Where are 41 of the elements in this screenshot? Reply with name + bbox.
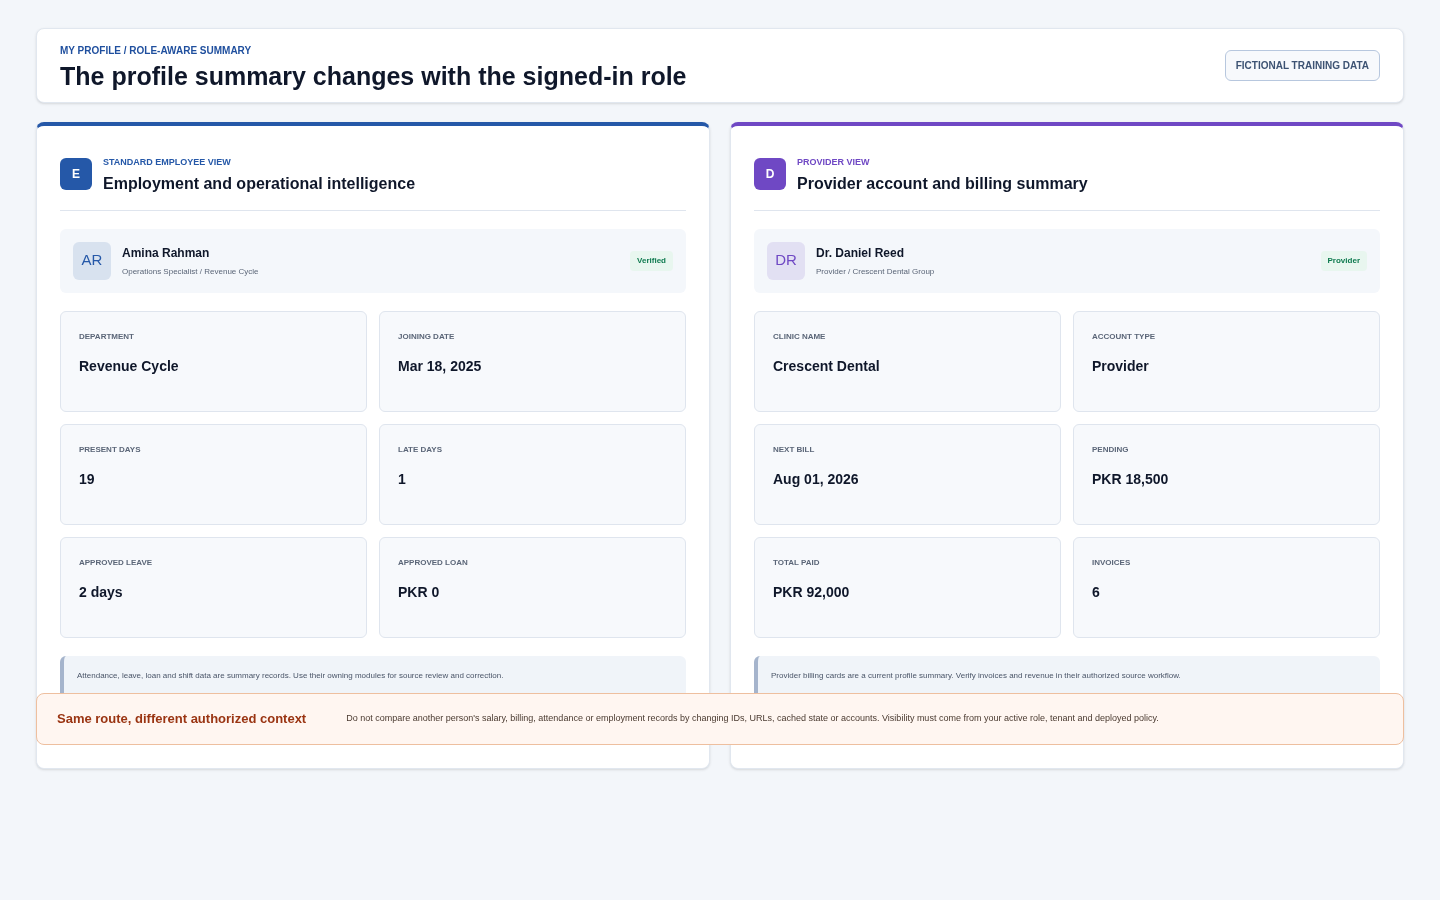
stat-label: DEPARTMENT	[79, 330, 135, 343]
stat-value: Mar 18, 2025	[398, 356, 483, 376]
panel-title: Provider account and billing summary	[797, 175, 1088, 192]
stat-label: INVOICES	[1092, 556, 1132, 569]
profile-subtitle: Operations Specialist / Revenue Cycle	[122, 265, 260, 278]
stat-label: CLINIC NAME	[773, 330, 827, 343]
profile-name: Dr. Daniel Reed	[816, 244, 906, 262]
stat-value: Crescent Dental	[773, 356, 881, 376]
profile-subtitle: Provider / Crescent Dental Group	[816, 265, 936, 278]
role-icon: D	[754, 157, 786, 190]
status-tag: Verified	[630, 250, 673, 271]
stat-value: PKR 92,000	[773, 582, 851, 602]
stat-value: PKR 18,500	[1092, 469, 1170, 489]
avatar: DR	[767, 241, 805, 280]
stat-label: ACCOUNT TYPE	[1092, 330, 1157, 343]
stat-value: 6	[1092, 582, 1101, 602]
stat-value: 1	[398, 469, 407, 489]
role-icon: E	[60, 157, 92, 190]
stat-label: NEXT BILL	[773, 443, 816, 456]
training-data-badge: FICTIONAL TRAINING DATA	[1224, 50, 1380, 81]
profile-name: Amina Rahman	[122, 244, 211, 262]
stat-label: PRESENT DAYS	[79, 443, 142, 456]
view-label: STANDARD EMPLOYEE VIEW	[103, 156, 232, 169]
stat-value: 2 days	[79, 582, 124, 602]
stat-value: Revenue Cycle	[79, 356, 180, 376]
stat-value: Provider	[1092, 356, 1150, 376]
status-tag: Provider	[1320, 250, 1367, 271]
avatar: AR	[73, 241, 111, 280]
page-title: The profile summary changes with the signed-in role	[60, 63, 687, 89]
panel-title: Employment and operational intelligence	[103, 175, 416, 192]
stat-label: LATE DAYS	[398, 443, 443, 456]
stat-label: PENDING	[1092, 443, 1130, 456]
stat-value: Aug 01, 2026	[773, 469, 860, 489]
stat-value: 19	[79, 469, 96, 489]
stat-value: PKR 0	[398, 582, 441, 602]
view-label: PROVIDER VIEW	[797, 156, 871, 169]
breadcrumb: MY PROFILE / ROLE-AWARE SUMMARY	[60, 43, 253, 58]
stat-label: APPROVED LEAVE	[79, 556, 154, 569]
stat-label: TOTAL PAID	[773, 556, 821, 569]
stat-label: APPROVED LOAN	[398, 556, 469, 569]
stat-label: JOINING DATE	[398, 330, 456, 343]
